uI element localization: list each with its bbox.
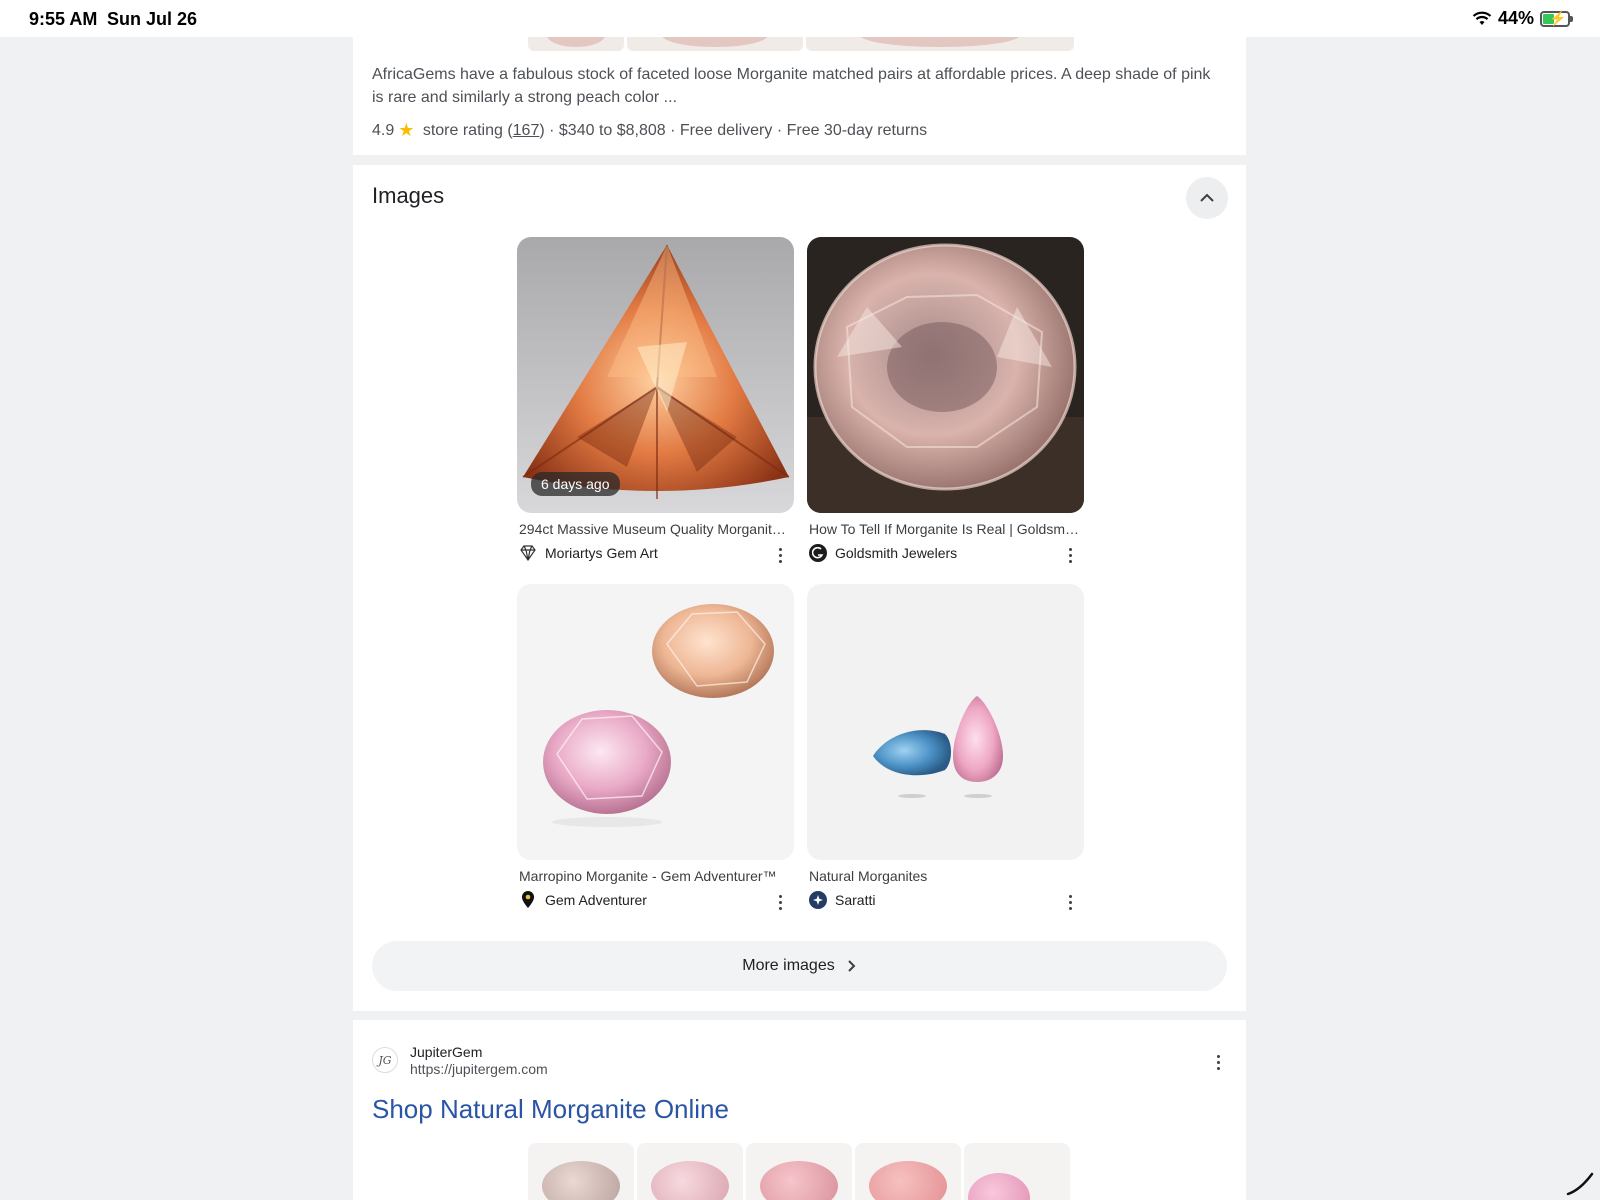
image-title[interactable]: 294ct Massive Museum Quality Morganite G… [519, 521, 791, 537]
rating-details: ) · $340 to $8,808 · Free delivery · Fre… [539, 121, 928, 139]
chevron-right-icon [848, 960, 856, 972]
oval-morganite-image [807, 237, 1084, 513]
result-snippet: AfricaGems have a fabulous stock of face… [372, 66, 1211, 106]
status-date: Sun Jul 26 [107, 9, 198, 29]
goldsmith-logo-icon [809, 544, 827, 562]
image-result-2[interactable] [807, 237, 1084, 513]
section-title: Images [372, 183, 445, 208]
thumbnail-strip [528, 37, 1074, 51]
thumbnail[interactable] [528, 1143, 634, 1200]
image-source[interactable]: Saratti [809, 891, 875, 909]
saratti-logo-icon [809, 891, 827, 909]
diamond-icon [519, 544, 537, 562]
more-options-icon[interactable] [1060, 890, 1080, 914]
pear-gems-image [807, 584, 1084, 860]
rating-text: store rating ( [418, 121, 513, 139]
result-card-jupitergem: JG JupiterGem https://jupitergem.com Sho… [353, 1020, 1246, 1200]
image-title[interactable]: Marropino Morganite - Gem Adventurer™ [519, 868, 791, 884]
result-card-africagems: AfricaGems have a fabulous stock of face… [353, 37, 1246, 155]
age-badge: 6 days ago [531, 472, 620, 496]
image-source[interactable]: Moriartys Gem Art [519, 544, 658, 562]
more-options-icon[interactable] [1060, 543, 1080, 567]
chevron-up-icon [1200, 193, 1214, 202]
result-title-link[interactable]: Shop Natural Morganite Online [372, 1094, 729, 1125]
more-images-button[interactable]: More images [372, 941, 1227, 991]
more-options-icon[interactable] [770, 890, 790, 914]
more-options-icon[interactable] [770, 543, 790, 567]
site-favicon-icon: JG [372, 1047, 398, 1073]
image-result-3[interactable] [517, 584, 794, 860]
collapse-button[interactable] [1186, 177, 1228, 219]
site-name[interactable]: JupiterGem [410, 1044, 482, 1060]
thumbnail[interactable] [855, 1143, 961, 1200]
images-section: Images 6 days ago 294ct Massive Museum Q… [353, 165, 1246, 1011]
site-url[interactable]: https://jupitergem.com [410, 1061, 548, 1077]
image-result-1[interactable]: 6 days ago [517, 237, 794, 513]
thumbnail[interactable] [746, 1143, 852, 1200]
status-time: 9:55 AM [29, 9, 98, 29]
source-name: Saratti [835, 892, 876, 908]
thumbnail[interactable] [806, 37, 1074, 51]
image-source[interactable]: Gem Adventurer [519, 891, 647, 909]
pencil-stroke-icon [1566, 1172, 1594, 1196]
image-title[interactable]: How To Tell If Morganite Is Real | Golds… [809, 521, 1081, 537]
two-morganites-image [517, 584, 794, 860]
battery-percent: 44% [1497, 8, 1534, 28]
thumbnail[interactable] [637, 1143, 743, 1200]
more-options-icon[interactable] [1208, 1050, 1228, 1074]
source-name: Goldsmith Jewelers [835, 545, 958, 561]
image-title[interactable]: Natural Morganites [809, 868, 1081, 884]
source-name: Moriartys Gem Art [545, 545, 658, 561]
battery-icon: ⚡ [1540, 10, 1573, 27]
image-result-4[interactable] [807, 584, 1084, 860]
status-right: 44% ⚡ [1472, 8, 1573, 29]
store-rating-line: 4.9 ★ store rating (167) · $340 to $8,808… [372, 120, 927, 141]
more-images-label: More images [742, 957, 835, 974]
status-bar: 9:55 AM Sun Jul 26 44% ⚡ [0, 0, 1600, 37]
star-icon: ★ [398, 120, 415, 140]
thumbnail-strip [528, 1143, 1070, 1200]
thumbnail[interactable] [627, 37, 803, 51]
wifi-icon [1472, 11, 1492, 25]
review-count-link[interactable]: 167 [513, 122, 540, 140]
thumbnail[interactable] [528, 37, 624, 51]
source-name: Gem Adventurer [545, 892, 647, 908]
image-source[interactable]: Goldsmith Jewelers [809, 544, 957, 562]
map-pin-icon [519, 891, 537, 909]
rating-value: 4.9 [372, 121, 395, 139]
thumbnail[interactable] [964, 1143, 1070, 1200]
